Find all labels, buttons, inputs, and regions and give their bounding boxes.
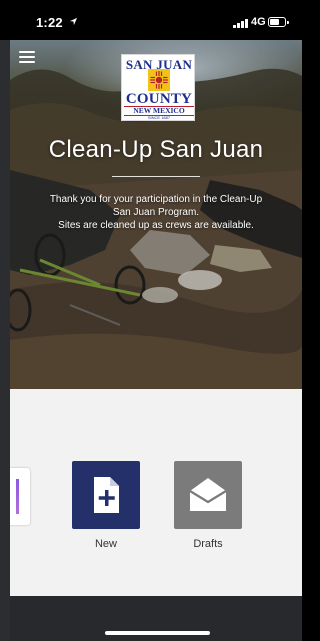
cellular-signal-icon [233, 19, 248, 28]
zia-sun-icon [148, 69, 170, 91]
status-bar: 1:22 4G [0, 0, 302, 40]
location-arrow-icon [69, 17, 78, 26]
welcome-message-line: Sites are cleaned up as crews are availa… [58, 220, 254, 231]
partial-tile[interactable] [10, 468, 30, 525]
left-edge-strip [0, 40, 10, 641]
title-divider [112, 176, 200, 177]
new-document-icon [94, 477, 119, 513]
new-report-button[interactable] [72, 461, 140, 529]
new-label: New [94, 538, 117, 550]
network-type: 4G [251, 16, 266, 28]
welcome-message-line: Thank you for your participation in the … [49, 194, 263, 205]
drafts-label: Drafts [193, 538, 223, 550]
welcome-message: Thank you for your participation in the … [30, 193, 282, 232]
hamburger-menu-icon[interactable] [19, 51, 35, 64]
county-logo: SAN JUAN COUNTY NEW MEXICO SINCE 1887 [121, 54, 195, 121]
phone-screen: 1:22 4G SAN JUAN COUNTY NEW MEXICO SINCE… [0, 0, 302, 641]
welcome-message-line: San Juan Program. [112, 207, 200, 218]
envelope-open-icon [189, 478, 227, 511]
home-indicator[interactable] [105, 631, 210, 635]
hero-banner: SAN JUAN COUNTY NEW MEXICO SINCE 1887 Cl… [10, 40, 302, 389]
partial-tile-icon [16, 479, 19, 514]
logo-since-text: SINCE 1887 [147, 115, 171, 120]
app-view: SAN JUAN COUNTY NEW MEXICO SINCE 1887 Cl… [10, 40, 302, 641]
status-time: 1:22 [36, 15, 63, 30]
drafts-button[interactable] [174, 461, 242, 529]
page-title: Clean-Up San Juan [48, 136, 264, 163]
battery-icon [268, 17, 289, 27]
